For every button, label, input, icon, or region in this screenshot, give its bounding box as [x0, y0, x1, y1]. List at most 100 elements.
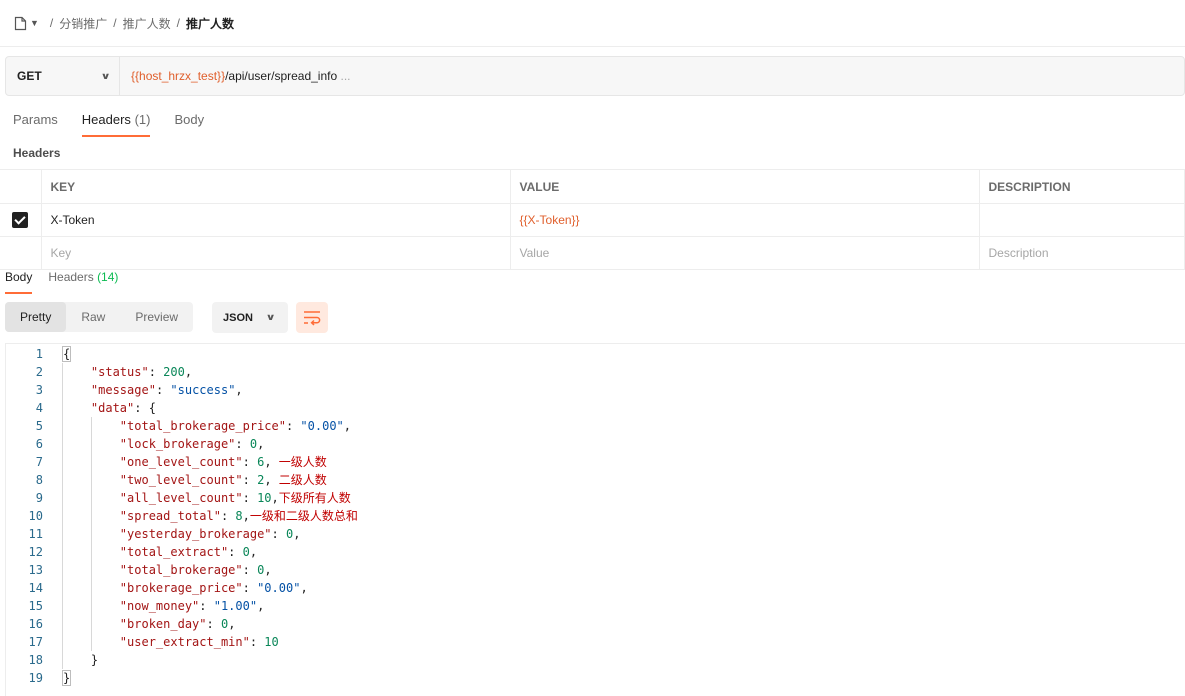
- raw-button[interactable]: Raw: [66, 302, 120, 332]
- indent-guide: [62, 615, 63, 633]
- code-content: "total_brokerage_price": "0.00",: [43, 417, 351, 435]
- indent-guide: [62, 651, 63, 669]
- tab-headers[interactable]: Headers (1): [81, 112, 150, 137]
- json-brace: }: [90, 653, 99, 667]
- json-key: "lock_brokerage": [119, 437, 236, 451]
- code-line: 18 }: [6, 651, 1185, 669]
- annotation-note: 一级和二级人数总和: [249, 509, 358, 523]
- request-tabs: Params Headers (1) Body: [13, 112, 228, 137]
- json-comma: ,: [271, 491, 279, 505]
- new-value-input[interactable]: Value: [509, 236, 980, 270]
- header-key-cell[interactable]: X-Token: [40, 203, 511, 237]
- breadcrumb-item-folder[interactable]: 分销推广: [59, 15, 107, 32]
- json-key: "spread_total": [119, 509, 221, 523]
- code-line: 13 "total_brokerage": 0,: [6, 561, 1185, 579]
- line-number: 13: [28, 563, 43, 577]
- json-key: "two_level_count": [119, 473, 243, 487]
- code-content: }: [43, 651, 98, 669]
- line-number: 11: [28, 527, 43, 541]
- document-icon[interactable]: [14, 16, 27, 31]
- indent-guide: [62, 579, 63, 597]
- indent-guide: [62, 525, 63, 543]
- code-content: "now_money": "1.00",: [43, 597, 264, 615]
- json-key: "now_money": [119, 599, 200, 613]
- header-value-cell[interactable]: {{X-Token}}: [509, 203, 980, 237]
- code-content: "total_extract": 0,: [43, 543, 257, 561]
- breadcrumb-separator: /: [49, 16, 54, 30]
- preview-button[interactable]: Preview: [120, 302, 193, 332]
- breadcrumb-item-request[interactable]: 推广人数: [186, 15, 234, 32]
- tab-response-headers[interactable]: Headers (14): [48, 270, 118, 292]
- json-comma: ,: [343, 419, 352, 433]
- url-input[interactable]: {{host_hrzx_test}}/api/user/spread_info …: [120, 69, 351, 83]
- code-content: "total_brokerage": 0,: [43, 561, 272, 579]
- indent-guide: [62, 363, 63, 381]
- indent-guide: [90, 417, 92, 435]
- response-body-editor[interactable]: 1{2 "status": 200, 3 "message": "success"…: [5, 343, 1185, 696]
- line-number: 10: [28, 509, 43, 523]
- json-key: "total_brokerage": [119, 563, 243, 577]
- line-number: 17: [28, 635, 43, 649]
- line-number: 5: [35, 419, 43, 433]
- method-select[interactable]: GET ∨: [6, 57, 120, 95]
- json-key: "broken_day": [119, 617, 207, 631]
- chevron-down-icon: ∨: [265, 312, 276, 322]
- header-description-cell[interactable]: [978, 203, 1185, 237]
- json-comma: ,: [257, 599, 265, 613]
- json-colon: :: [155, 383, 171, 397]
- indent-guide: [62, 543, 63, 561]
- code-line: 12 "total_extract": 0,: [6, 543, 1185, 561]
- response-tabs: Body Headers (14): [5, 270, 134, 294]
- indent-guide: [90, 597, 92, 615]
- json-colon: : {: [134, 401, 156, 415]
- code-content: "data": {: [43, 399, 156, 417]
- headers-table: KEY VALUE DESCRIPTION X-Token {{X-Token}…: [0, 169, 1185, 270]
- column-header-description: DESCRIPTION: [978, 169, 1185, 204]
- json-key: "total_brokerage_price": [119, 419, 286, 433]
- line-number: 1: [35, 347, 43, 361]
- json-comma: ,: [184, 365, 193, 379]
- pretty-button[interactable]: Pretty: [5, 302, 67, 332]
- breadcrumb-item-subfolder[interactable]: 推广人数: [123, 15, 171, 32]
- json-key: "message": [90, 383, 156, 397]
- json-comma: ,: [249, 545, 258, 559]
- json-number: 0: [242, 545, 250, 559]
- code-content: "one_level_count": 6, 一级人数: [43, 453, 327, 471]
- indent-guide: [90, 615, 92, 633]
- tab-response-body[interactable]: Body: [5, 270, 33, 294]
- tab-body[interactable]: Body: [174, 112, 204, 135]
- json-colon: :: [242, 455, 258, 469]
- code-content: "lock_brokerage": 0,: [43, 435, 264, 453]
- checkbox-column-header: [0, 169, 42, 204]
- json-brace: {: [62, 346, 72, 362]
- new-key-input[interactable]: Key: [40, 236, 511, 270]
- table-row-new: Key Value Description: [0, 236, 1185, 270]
- indent-guide: [62, 633, 63, 651]
- json-number: 10: [264, 635, 279, 649]
- line-number: 4: [35, 401, 43, 415]
- json-string: "0.00": [300, 419, 344, 433]
- wrap-lines-button[interactable]: [296, 302, 328, 333]
- request-url-bar: GET ∨ {{host_hrzx_test}}/api/user/spread…: [5, 56, 1185, 96]
- indent-guide: [62, 561, 63, 579]
- json-colon: :: [242, 473, 258, 487]
- json-key: "data": [90, 401, 135, 415]
- indent-guide: [90, 561, 92, 579]
- code-line: 15 "now_money": "1.00",: [6, 597, 1185, 615]
- chevron-down-icon[interactable]: ▼: [30, 18, 39, 28]
- tab-count: (14): [97, 270, 119, 284]
- line-number: 8: [35, 473, 43, 487]
- code-content: "brokerage_price": "0.00",: [43, 579, 308, 597]
- json-colon: :: [228, 545, 243, 559]
- checkbox[interactable]: [12, 212, 29, 228]
- code-content: "spread_total": 8,一级和二级人数总和: [43, 507, 358, 525]
- tab-params[interactable]: Params: [13, 112, 58, 135]
- new-description-input[interactable]: Description: [978, 236, 1185, 270]
- indent-guide: [90, 507, 92, 525]
- code-line: 19}: [6, 669, 1185, 687]
- code-content: "all_level_count": 10,下级所有人数: [43, 489, 351, 507]
- json-key: "user_extract_min": [119, 635, 250, 649]
- format-select[interactable]: JSON ∨: [212, 302, 288, 333]
- code-content: "user_extract_min": 10: [43, 633, 279, 651]
- row-checkbox-cell: [0, 203, 42, 237]
